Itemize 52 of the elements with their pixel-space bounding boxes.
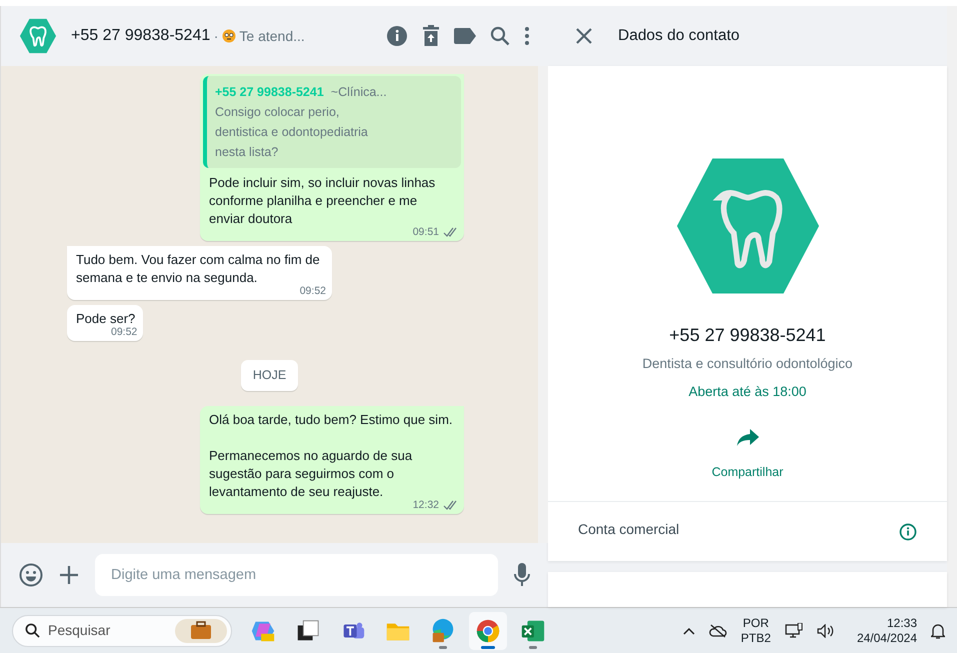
briefcase-icon (175, 618, 227, 642)
contact-name[interactable]: +55 27 99838-5241 (71, 24, 210, 48)
quote-author: +55 27 99838-5241 (215, 84, 324, 101)
close-icon[interactable] (576, 28, 592, 44)
double-check-icon (443, 500, 458, 510)
opening-hours: Aberta até às 18:00 (688, 383, 806, 402)
quoted-message[interactable]: +55 27 99838-5241 ~Clínica... Consigo colocar perio, dentistica e odontopediatria nesta lista? (203, 76, 461, 168)
message-time: 09:52 (300, 284, 326, 298)
speaker-icon[interactable] (816, 624, 835, 638)
cloud-offline-icon[interactable] (708, 624, 727, 638)
chevron-up-icon[interactable] (682, 626, 695, 634)
browser-icon (430, 618, 456, 644)
message-text: Olá boa tarde, tudo bem? Estimo que sim. Permanecemos no aguardo de sua sugestão para seguirmos com o levantamento de seu reajuste. (209, 412, 453, 499)
quote-text: Consigo colocar perio, dentistica e odontopediatria nesta lista? (215, 104, 369, 161)
panel-title: Dados do contato (618, 26, 740, 46)
message-input[interactable]: Digite uma mensagem (95, 554, 498, 596)
message-time: 09:52 (110, 325, 138, 339)
clock-time[interactable]: 12:33 (856, 616, 917, 630)
chrome-icon (475, 618, 501, 644)
account-type: Conta comercial (578, 520, 680, 540)
double-check-icon (443, 227, 458, 237)
emoji-face-icon (222, 29, 236, 43)
contact-number: +55 27 99838-5241 (669, 324, 826, 347)
message-time: 09:51 (412, 225, 439, 239)
bell-icon[interactable] (931, 622, 945, 638)
microphone-icon[interactable] (514, 563, 530, 587)
quote-author-note: ~Clínica... (330, 84, 387, 101)
emoji-icon[interactable] (19, 563, 43, 587)
trash-icon[interactable] (422, 25, 440, 47)
separator-dot: · (214, 26, 218, 46)
label-icon[interactable] (454, 28, 476, 44)
menu-icon[interactable] (524, 26, 530, 46)
message-text: Tudo bem. Vou fazer com calma no fim de semana e te envio na segunda. (76, 252, 321, 285)
message-text: Pode incluir sim, so incluir novas linhas conforme planilha e preencher e me enviar doutora (209, 175, 436, 226)
clock-date[interactable]: 24/04/2024 (856, 630, 917, 646)
info-icon[interactable] (899, 522, 917, 541)
taskbar-search[interactable]: Pesquisar (12, 614, 232, 646)
message-text: Pode ser? (76, 311, 136, 326)
contact-status: Te atend... (239, 26, 305, 46)
forward-arrow-icon (736, 428, 758, 446)
network-monitor-icon[interactable] (784, 622, 803, 638)
business-category: Dentista e consultório odontológico (642, 355, 853, 373)
search-icon (25, 623, 40, 638)
info-icon[interactable] (386, 25, 408, 47)
plus-icon[interactable] (59, 565, 79, 585)
search-icon[interactable] (490, 26, 510, 46)
message-time: 12:32 (412, 498, 439, 512)
input-language[interactable]: POR (740, 616, 771, 630)
keyboard-layout[interactable]: PTB2 (740, 630, 771, 646)
task-view-icon (295, 618, 321, 644)
share-button[interactable]: Compartilhar (712, 428, 784, 482)
search-placeholder: Pesquisar (48, 621, 112, 640)
